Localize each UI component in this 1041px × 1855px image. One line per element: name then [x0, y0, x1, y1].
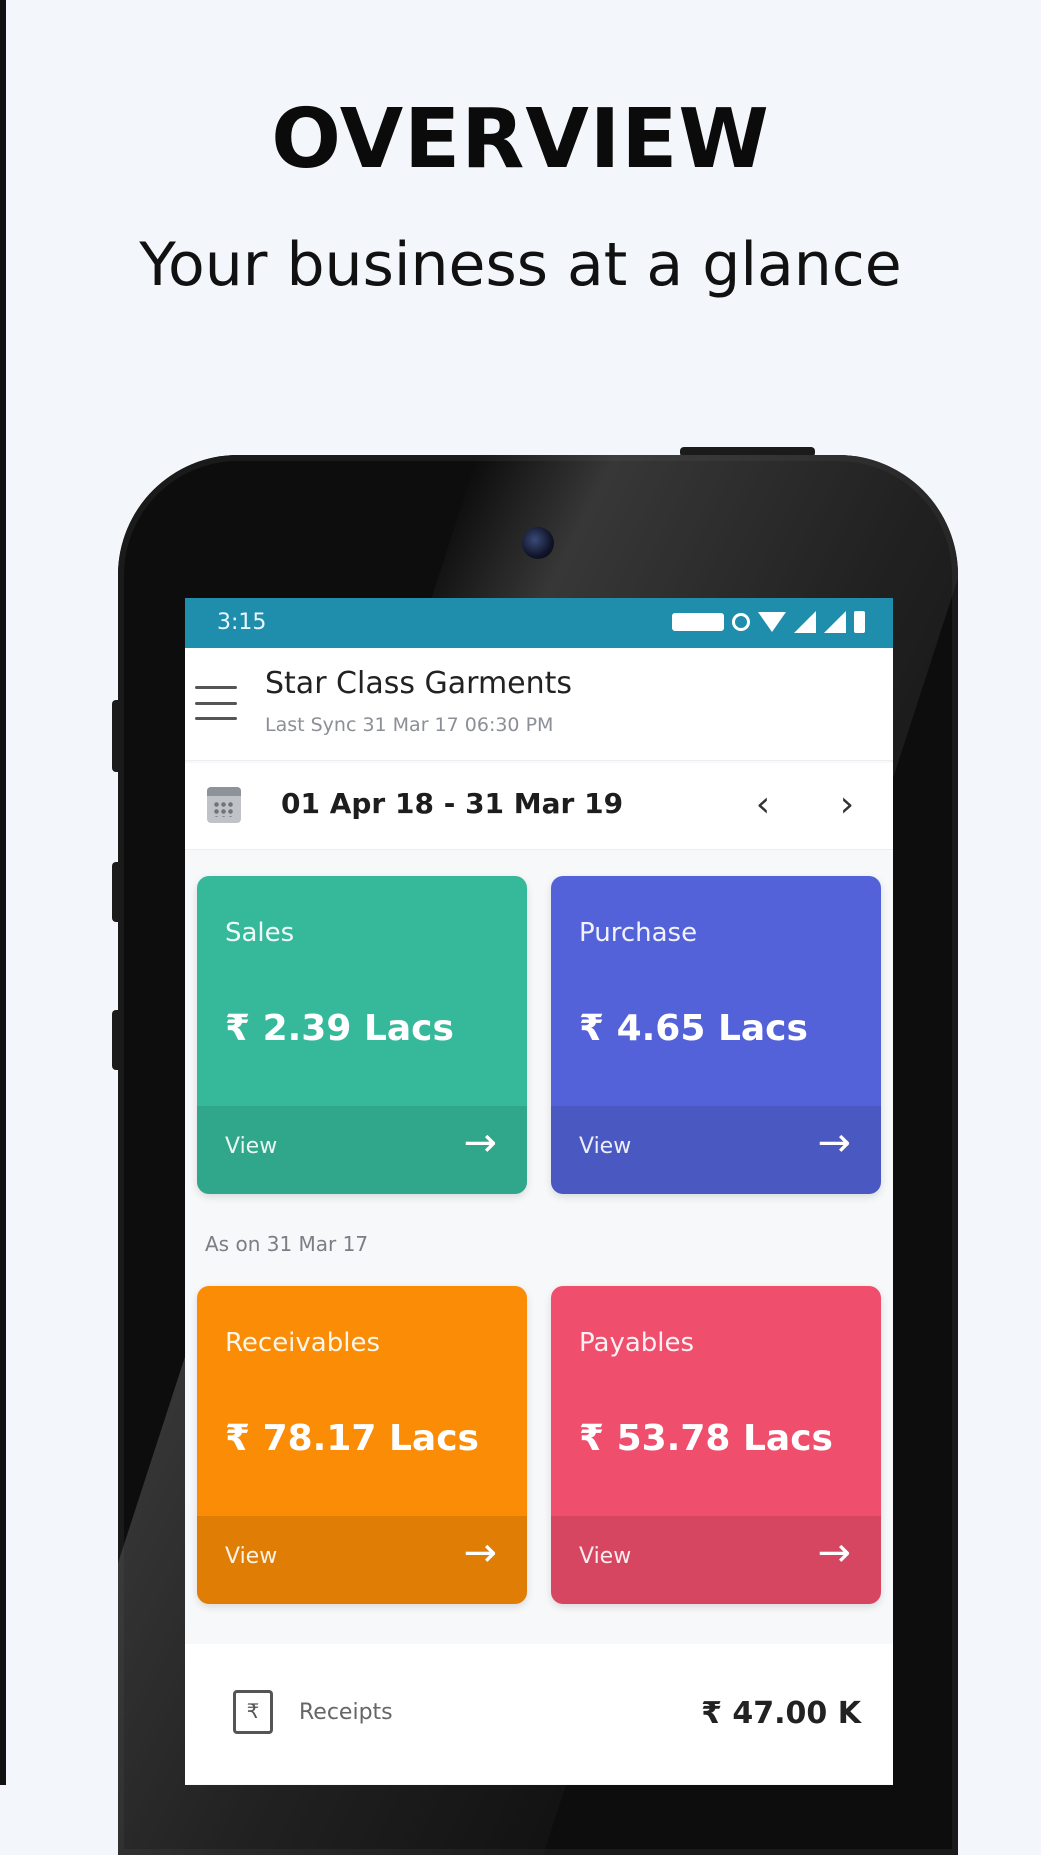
balance-cards: Receivables ₹ 78.17 Lacs View → Payables…	[197, 1286, 881, 1604]
period-cards: Sales ₹ 2.39 Lacs View → Purchase ₹ 4.65…	[197, 876, 881, 1194]
signal-icon	[794, 611, 816, 633]
card-value: ₹ 4.65 Lacs	[579, 1008, 808, 1049]
card-label: Receivables	[225, 1328, 380, 1358]
calendar-icon[interactable]	[207, 787, 241, 823]
status-time: 3:15	[217, 610, 267, 635]
payables-card[interactable]: Payables ₹ 53.78 Lacs View →	[551, 1286, 881, 1604]
date-filter-row: 01 Apr 18 - 31 Mar 19 ‹ ›	[185, 763, 893, 850]
receivables-card[interactable]: Receivables ₹ 78.17 Lacs View →	[197, 1286, 527, 1604]
arrow-right-icon[interactable]: →	[817, 1120, 851, 1166]
data-saver-icon	[732, 613, 750, 631]
view-link[interactable]: View	[579, 1134, 631, 1159]
menu-icon[interactable]	[195, 686, 237, 720]
card-value: ₹ 2.39 Lacs	[225, 1008, 454, 1049]
card-label: Sales	[225, 918, 295, 948]
battery-icon	[854, 611, 865, 633]
app-screen: 3:15 Star Class Garments Last Sync 31 Ma…	[185, 598, 893, 1785]
last-sync-text: Last Sync 31 Mar 17 06:30 PM	[265, 714, 554, 736]
wifi-icon	[758, 612, 786, 632]
card-value: ₹ 78.17 Lacs	[225, 1418, 479, 1459]
as-on-date: As on 31 Mar 17	[205, 1232, 369, 1256]
receipts-value: ₹ 47.00 K	[701, 1696, 861, 1731]
arrow-right-icon[interactable]: →	[463, 1530, 497, 1576]
card-footer[interactable]: View →	[197, 1106, 527, 1194]
previous-period-button[interactable]: ‹	[743, 785, 783, 825]
promo-title: OVERVIEW	[271, 92, 770, 187]
card-footer[interactable]: View →	[551, 1106, 881, 1194]
date-range[interactable]: 01 Apr 18 - 31 Mar 19	[281, 787, 623, 820]
promo-subtitle: Your business at a glance	[139, 230, 902, 300]
view-link[interactable]: View	[225, 1134, 277, 1159]
card-label: Payables	[579, 1328, 695, 1358]
receipts-label: Receipts	[299, 1700, 393, 1725]
view-link[interactable]: View	[225, 1544, 277, 1569]
card-footer[interactable]: View →	[197, 1516, 527, 1604]
app-header: Star Class Garments Last Sync 31 Mar 17 …	[185, 648, 893, 761]
notification-icon	[672, 613, 724, 631]
receipts-row[interactable]: ₹ Receipts ₹ 47.00 K	[185, 1644, 893, 1784]
camera-icon	[522, 527, 554, 559]
view-link[interactable]: View	[579, 1544, 631, 1569]
receipt-book-icon: ₹	[233, 1690, 273, 1734]
card-value: ₹ 53.78 Lacs	[579, 1418, 833, 1459]
status-icons	[672, 611, 865, 633]
signal-icon	[824, 611, 846, 633]
status-bar: 3:15	[185, 598, 893, 648]
company-name[interactable]: Star Class Garments	[265, 666, 572, 701]
next-period-button[interactable]: ›	[827, 785, 867, 825]
arrow-right-icon[interactable]: →	[463, 1120, 497, 1166]
arrow-right-icon[interactable]: →	[817, 1530, 851, 1576]
sales-card[interactable]: Sales ₹ 2.39 Lacs View →	[197, 876, 527, 1194]
purchase-card[interactable]: Purchase ₹ 4.65 Lacs View →	[551, 876, 881, 1194]
card-footer[interactable]: View →	[551, 1516, 881, 1604]
card-label: Purchase	[579, 918, 698, 948]
